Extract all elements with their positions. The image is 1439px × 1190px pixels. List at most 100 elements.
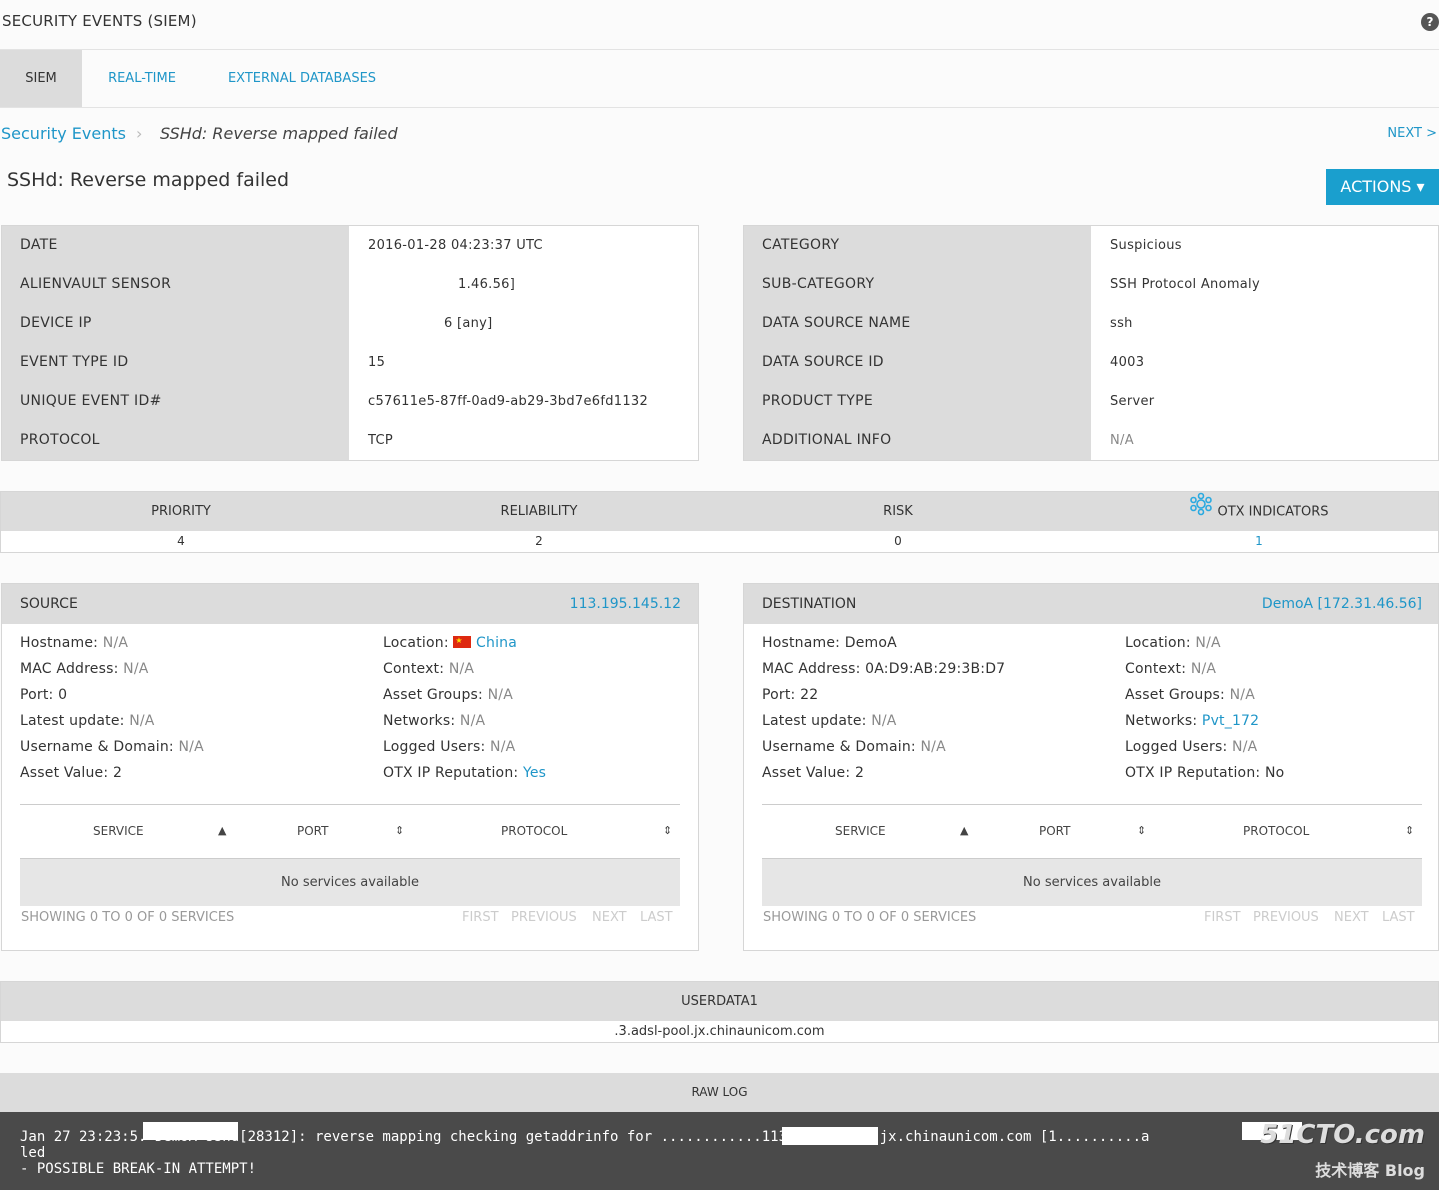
column-port[interactable]: PORT — [1039, 805, 1070, 857]
destination-panel: DESTINATION DemoA [172.31.46.56] Hostnam… — [743, 583, 1439, 951]
detail-row: DATA SOURCE ID 4003 — [744, 343, 1438, 382]
detail-value: N/A — [1110, 433, 1134, 448]
detail-value: 2016-01-28 04:23:37 UTC — [368, 238, 543, 253]
pager-next[interactable]: NEXT — [592, 910, 627, 925]
breadcrumb-current: SSHd: Reverse mapped failed — [160, 124, 398, 143]
column-protocol[interactable]: PROTOCOL — [1243, 805, 1309, 857]
help-icon[interactable]: ? — [1421, 13, 1439, 31]
no-services-row: No services available — [20, 858, 680, 906]
detail-value: 4003 — [1110, 355, 1145, 370]
detail-label: ALIENVAULT SENSOR — [20, 276, 172, 292]
source-username-domain: Username & Domain: N/A — [20, 739, 204, 755]
userdata-title: USERDATA1 — [1, 982, 1438, 1021]
userdata-table: USERDATA1 .3.adsl-pool.jx.chinaunicom.co… — [0, 981, 1439, 1043]
tab-real-time[interactable]: REAL-TIME — [92, 50, 192, 107]
pager-last[interactable]: LAST — [640, 910, 673, 925]
page-title: SECURITY EVENTS (SIEM) — [2, 12, 197, 30]
detail-value: Server — [1110, 394, 1155, 409]
detail-value: ssh — [1110, 316, 1133, 331]
pager-next[interactable]: NEXT — [1334, 910, 1369, 925]
next-link[interactable]: NEXT > — [1387, 126, 1437, 141]
source-location: Location: ★ China — [383, 635, 518, 651]
destination-mac: MAC Address: 0A:D9:AB:29:3B:D7 — [762, 661, 1006, 677]
sort-both-icon[interactable]: ⇕ — [395, 805, 404, 857]
detail-label: PRODUCT TYPE — [762, 393, 873, 409]
destination-port: Port: 22 — [762, 687, 819, 703]
metric-risk-value: 0 — [894, 534, 902, 548]
sort-both-icon[interactable]: ⇕ — [663, 805, 672, 857]
destination-asset-groups: Asset Groups: N/A — [1125, 687, 1255, 703]
destination-header: DESTINATION DemoA [172.31.46.56] — [744, 584, 1438, 624]
destination-ip-link[interactable]: DemoA [172.31.46.56] — [1262, 584, 1422, 624]
detail-row: UNIQUE EVENT ID# c57611e5-87ff-0ad9-ab29-… — [2, 382, 698, 421]
services-showing: SHOWING 0 TO 0 OF 0 SERVICES — [21, 910, 235, 925]
destination-logged-users: Logged Users: N/A — [1125, 739, 1258, 755]
page-header — [0, 0, 1439, 50]
tab-bar: SIEM REAL-TIME EXTERNAL DATABASES — [0, 50, 1439, 108]
raw-log-body: Jan 27 23:23:5. DemoA sshd[28312]: rever… — [0, 1112, 1439, 1190]
destination-latest-update: Latest update: N/A — [762, 713, 897, 729]
source-panel: SOURCE 113.195.145.12 Hostname: N/A MAC … — [1, 583, 699, 951]
sort-asc-icon[interactable]: ▲ — [960, 805, 968, 857]
detail-label: UNIQUE EVENT ID# — [20, 393, 162, 409]
pager-last[interactable]: LAST — [1382, 910, 1415, 925]
source-ip-link[interactable]: 113.195.145.12 — [570, 584, 681, 624]
pager-previous[interactable]: PREVIOUS — [511, 910, 577, 925]
destination-context: Context: N/A — [1125, 661, 1217, 677]
metrics-table: PRIORITY RELIABILITY RISK OTX INDICATORS… — [0, 491, 1439, 553]
china-flag-icon: ★ — [453, 636, 472, 648]
column-service[interactable]: SERVICE — [835, 805, 886, 857]
detail-value: 15 — [368, 355, 386, 370]
metric-priority-label: PRIORITY — [151, 504, 211, 519]
source-latest-update: Latest update: N/A — [20, 713, 155, 729]
detail-row: PRODUCT TYPE Server — [744, 382, 1438, 421]
source-mac: MAC Address: N/A — [20, 661, 149, 677]
sort-both-icon[interactable]: ⇕ — [1137, 805, 1146, 857]
no-services-row: No services available — [762, 858, 1422, 906]
redaction-mask — [143, 1122, 238, 1140]
sort-both-icon[interactable]: ⇕ — [1405, 805, 1414, 857]
pager-first[interactable]: FIRST — [462, 910, 499, 925]
source-title: SOURCE — [20, 596, 78, 612]
metric-otx-value[interactable]: 1 — [1079, 531, 1439, 552]
detail-value: 1.46.56] — [458, 277, 516, 292]
sort-asc-icon[interactable]: ▲ — [218, 805, 226, 857]
column-protocol[interactable]: PROTOCOL — [501, 805, 567, 857]
userdata-value: .3.adsl-pool.jx.chinaunicom.com — [614, 1024, 825, 1039]
detail-label: EVENT TYPE ID — [20, 354, 129, 370]
detail-label: ADDITIONAL INFO — [762, 432, 892, 448]
detail-label: DEVICE IP — [20, 315, 92, 331]
source-otx-reputation: OTX IP Reputation: Yes — [383, 765, 547, 781]
metric-otx-header: OTX INDICATORS — [1079, 492, 1439, 531]
watermark-logo: 51CTO.com — [1260, 1120, 1425, 1150]
pager-previous[interactable]: PREVIOUS — [1253, 910, 1319, 925]
column-service[interactable]: SERVICE — [93, 805, 144, 857]
source-asset-value: Asset Value: 2 — [20, 765, 123, 781]
detail-label: SUB-CATEGORY — [762, 276, 875, 292]
otx-icon — [1189, 492, 1213, 532]
detail-label: CATEGORY — [762, 237, 840, 253]
tab-siem[interactable]: SIEM — [0, 50, 82, 107]
column-port[interactable]: PORT — [297, 805, 328, 857]
destination-networks: Networks: Pvt_172 — [1125, 713, 1260, 729]
detail-row: ADDITIONAL INFO N/A — [744, 421, 1438, 460]
detail-value: SSH Protocol Anomaly — [1110, 277, 1260, 292]
source-hostname: Hostname: N/A — [20, 635, 129, 651]
detail-label: DATA SOURCE NAME — [762, 315, 911, 331]
detail-row: CATEGORY Suspicious — [744, 226, 1438, 265]
tab-external-databases[interactable]: EXTERNAL DATABASES — [212, 50, 392, 107]
detail-label: DATA SOURCE ID — [762, 354, 884, 370]
event-details-left: DATE 2016-01-28 04:23:37 UTC ALIENVAULT S… — [1, 225, 699, 461]
metric-reliability-label: RELIABILITY — [500, 504, 578, 519]
source-services-header: SERVICE ▲ PORT ⇕ PROTOCOL ⇕ — [20, 804, 680, 858]
pager-first[interactable]: FIRST — [1204, 910, 1241, 925]
raw-log-title: RAW LOG — [0, 1073, 1439, 1112]
event-title: SSHd: Reverse mapped failed — [7, 169, 290, 191]
detail-row: DATA SOURCE NAME ssh — [744, 304, 1438, 343]
breadcrumb-security-events[interactable]: Security Events — [1, 124, 126, 143]
redaction-mask — [782, 1127, 878, 1145]
detail-row: EVENT TYPE ID 15 — [2, 343, 698, 382]
detail-label: PROTOCOL — [20, 432, 100, 448]
actions-button[interactable]: ACTIONS ▾ — [1326, 169, 1439, 205]
metric-risk-label: RISK — [883, 504, 913, 519]
